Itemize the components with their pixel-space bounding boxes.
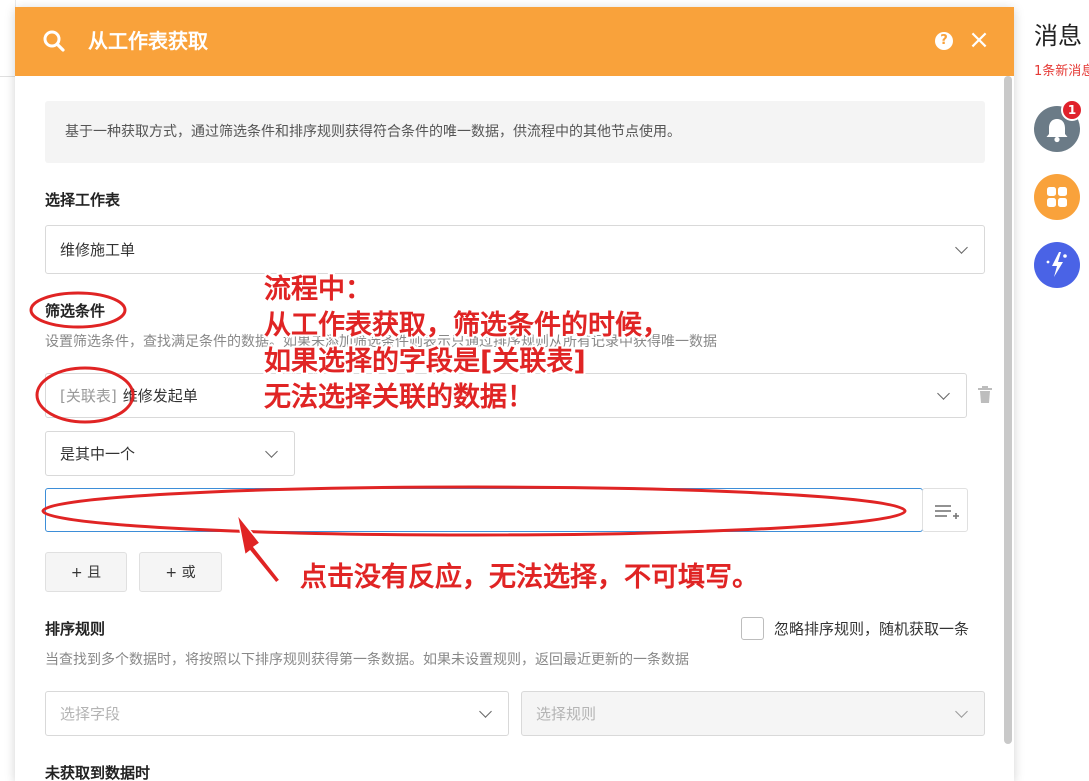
add-and-condition-button[interactable]: + 且 [45,552,127,592]
sort-rule-select[interactable]: 选择规则 [521,691,985,736]
filter-field-name: 维修发起单 [122,387,198,405]
field-type-tag: [关联表] [60,387,117,405]
no-data-section-label: 未获取到数据时 [45,764,151,781]
ai-sparkle-icon[interactable] [1034,242,1080,288]
panel-scrollbar[interactable] [1004,76,1012,744]
notification-badge: 1 [1061,99,1083,121]
background-page [0,0,16,781]
trash-icon[interactable] [977,386,993,404]
worksheet-select[interactable]: 维修施工单 [45,225,985,274]
filter-section-label: 筛选条件 [45,302,106,320]
screen: 从工作表获取 ? × 基于一种获取方式，通过筛选条件和排序规则获得符合条件的唯一… [0,0,1089,781]
annotation-click-note: 点击没有反应，无法选择，不可填写。 [300,562,759,593]
operator-value: 是其中一个 [60,445,136,463]
sort-field-placeholder: 选择字段 [60,705,121,723]
panel-title: 从工作表获取 [88,29,208,53]
chevron-down-icon [265,445,278,458]
annotation-main-text: 流程中： 从工作表获取，筛选条件的时候， 如果选择的字段是[关联表] 无法选择关… [264,272,669,416]
chevron-down-icon [479,705,492,718]
filter-value-input[interactable] [45,488,923,532]
annotation-line-2: 从工作表获取，筛选条件的时候， [264,310,669,341]
panel-description: 基于一种获取方式，通过筛选条件和排序规则获得符合条件的唯一数据，供流程中的其他节… [45,101,985,163]
annotation-line-3: 如果选择的字段是[关联表] [264,346,586,377]
messages-title: 消息 [1034,22,1082,50]
worksheet-section-label: 选择工作表 [45,191,121,209]
search-icon [42,29,66,53]
background-divider [0,76,16,77]
worksheet-select-value: 维修施工单 [60,241,136,259]
sort-section-label: 排序规则 [45,620,106,638]
apps-grid-icon[interactable] [1034,174,1080,220]
close-icon[interactable]: × [968,27,990,53]
list-add-icon[interactable] [922,488,968,532]
ignore-sort-label: 忽略排序规则，随机获取一条 [774,620,970,638]
chevron-down-icon [955,241,968,254]
sort-field-select[interactable]: 选择字段 [45,691,509,736]
annotation-line-4: 无法选择关联的数据！ [264,382,534,413]
chevron-down-icon [955,705,968,718]
chevron-down-icon [937,387,950,400]
annotation-line-1: 流程中： [264,274,372,305]
sort-rule-placeholder: 选择规则 [536,705,597,723]
ignore-sort-checkbox[interactable] [741,617,764,640]
help-icon[interactable]: ? [935,32,953,50]
add-or-condition-button[interactable]: + 或 [139,552,222,592]
new-messages-count[interactable]: 1条新消息 [1034,62,1089,82]
operator-select[interactable]: 是其中一个 [45,431,295,476]
sort-description: 当查找到多个数据时，将按照以下排序规则获得第一条数据。如果未设置规则，返回最近更… [45,652,689,668]
